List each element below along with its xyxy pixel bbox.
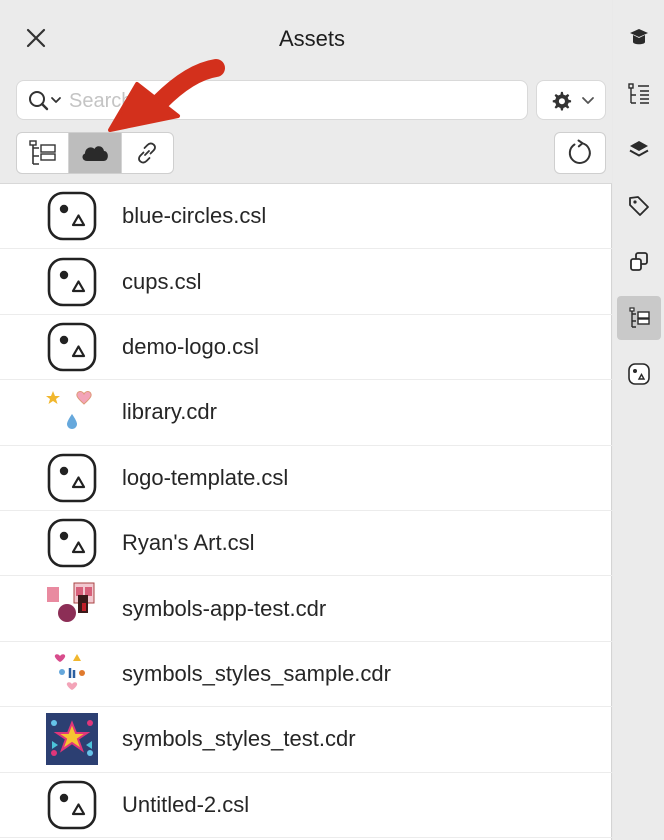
- docker-tab-rail: [613, 0, 664, 840]
- assets-icon: [628, 363, 650, 385]
- symbols-app-thumbnail: [47, 582, 95, 622]
- refresh-button[interactable]: [554, 132, 606, 174]
- asset-row[interactable]: logo-template.csl: [0, 446, 612, 511]
- settings-dropdown[interactable]: [536, 80, 606, 120]
- asset-row[interactable]: symbols-app-test.cdr: [0, 576, 612, 642]
- asset-name: Untitled-2.csl: [122, 791, 250, 817]
- symbols-test-thumbnail: [46, 713, 98, 766]
- chevron-down-icon: [582, 97, 594, 104]
- asset-row[interactable]: library.cdr: [0, 380, 612, 446]
- symbol-library-icon: [47, 191, 97, 241]
- tag-icon: [629, 196, 649, 216]
- asset-name: symbols_styles_test.cdr: [122, 726, 356, 752]
- asset-name: Ryan's Art.csl: [122, 530, 255, 556]
- symbol-library-icon: [47, 518, 97, 568]
- asset-name: logo-template.csl: [122, 464, 289, 490]
- asset-row[interactable]: Ryan's Art.csl: [0, 511, 612, 577]
- search-input[interactable]: [69, 87, 509, 115]
- asset-list: blue-circles.csl cups.csl demo-logo.csl lib…: [0, 184, 612, 838]
- view-segmented-control: [16, 132, 174, 174]
- panel-header: Assets: [0, 0, 612, 72]
- rail-tab-learn[interactable]: [617, 16, 661, 60]
- layers-icon: [629, 141, 649, 157]
- asset-row[interactable]: demo-logo.csl: [0, 315, 612, 381]
- library-thumbnail: [46, 391, 92, 430]
- cloud-icon: [82, 146, 108, 161]
- asset-name: demo-logo.csl: [122, 333, 259, 359]
- properties-icon: [628, 83, 649, 104]
- asset-row[interactable]: symbols_styles_sample.cdr: [0, 642, 612, 708]
- assets-panel: Assets Search blue-circles.csl cups.csl …: [0, 0, 612, 840]
- symbol-library-icon: [47, 322, 97, 372]
- asset-name: blue-circles.csl: [122, 203, 267, 229]
- refresh-icon: [568, 139, 591, 164]
- hierarchy-view-button[interactable]: [17, 133, 70, 173]
- rail-tab-tags[interactable]: [617, 184, 661, 228]
- hierarchy-icon: [28, 140, 56, 165]
- symbols-icon: [630, 252, 648, 271]
- rail-tab-properties[interactable]: [617, 72, 661, 116]
- rail-tab-hierarchy[interactable]: [617, 296, 661, 340]
- assets-toolbar: [0, 72, 612, 184]
- rail-tab-layers[interactable]: [617, 128, 661, 172]
- gear-icon: [552, 91, 572, 111]
- link-icon: [138, 142, 157, 164]
- symbol-library-icon: [47, 257, 97, 306]
- asset-row[interactable]: symbols_styles_test.cdr: [0, 707, 612, 773]
- asset-name: library.cdr: [122, 399, 217, 425]
- asset-name: cups.csl: [122, 268, 202, 294]
- link-view-button[interactable]: [122, 133, 173, 173]
- symbol-library-icon: [47, 780, 97, 830]
- asset-row[interactable]: blue-circles.csl: [0, 184, 612, 250]
- rail-tab-symbols[interactable]: [617, 240, 661, 284]
- search-icon[interactable]: [27, 89, 67, 113]
- symbols-sample-thumbnail: [54, 653, 85, 690]
- cloud-view-button[interactable]: [69, 133, 122, 173]
- rail-tab-assets[interactable]: [617, 352, 661, 396]
- asset-name: symbols_styles_sample.cdr: [122, 660, 391, 686]
- hierarchy-icon: [629, 307, 650, 328]
- symbol-library-icon: [47, 453, 97, 503]
- search-box[interactable]: [16, 80, 528, 120]
- asset-row[interactable]: cups.csl: [0, 249, 612, 315]
- asset-row[interactable]: Untitled-2.csl: [0, 773, 612, 838]
- panel-title: Assets: [278, 26, 346, 51]
- asset-name: symbols-app-test.cdr: [122, 595, 327, 621]
- hat-icon: [630, 29, 648, 45]
